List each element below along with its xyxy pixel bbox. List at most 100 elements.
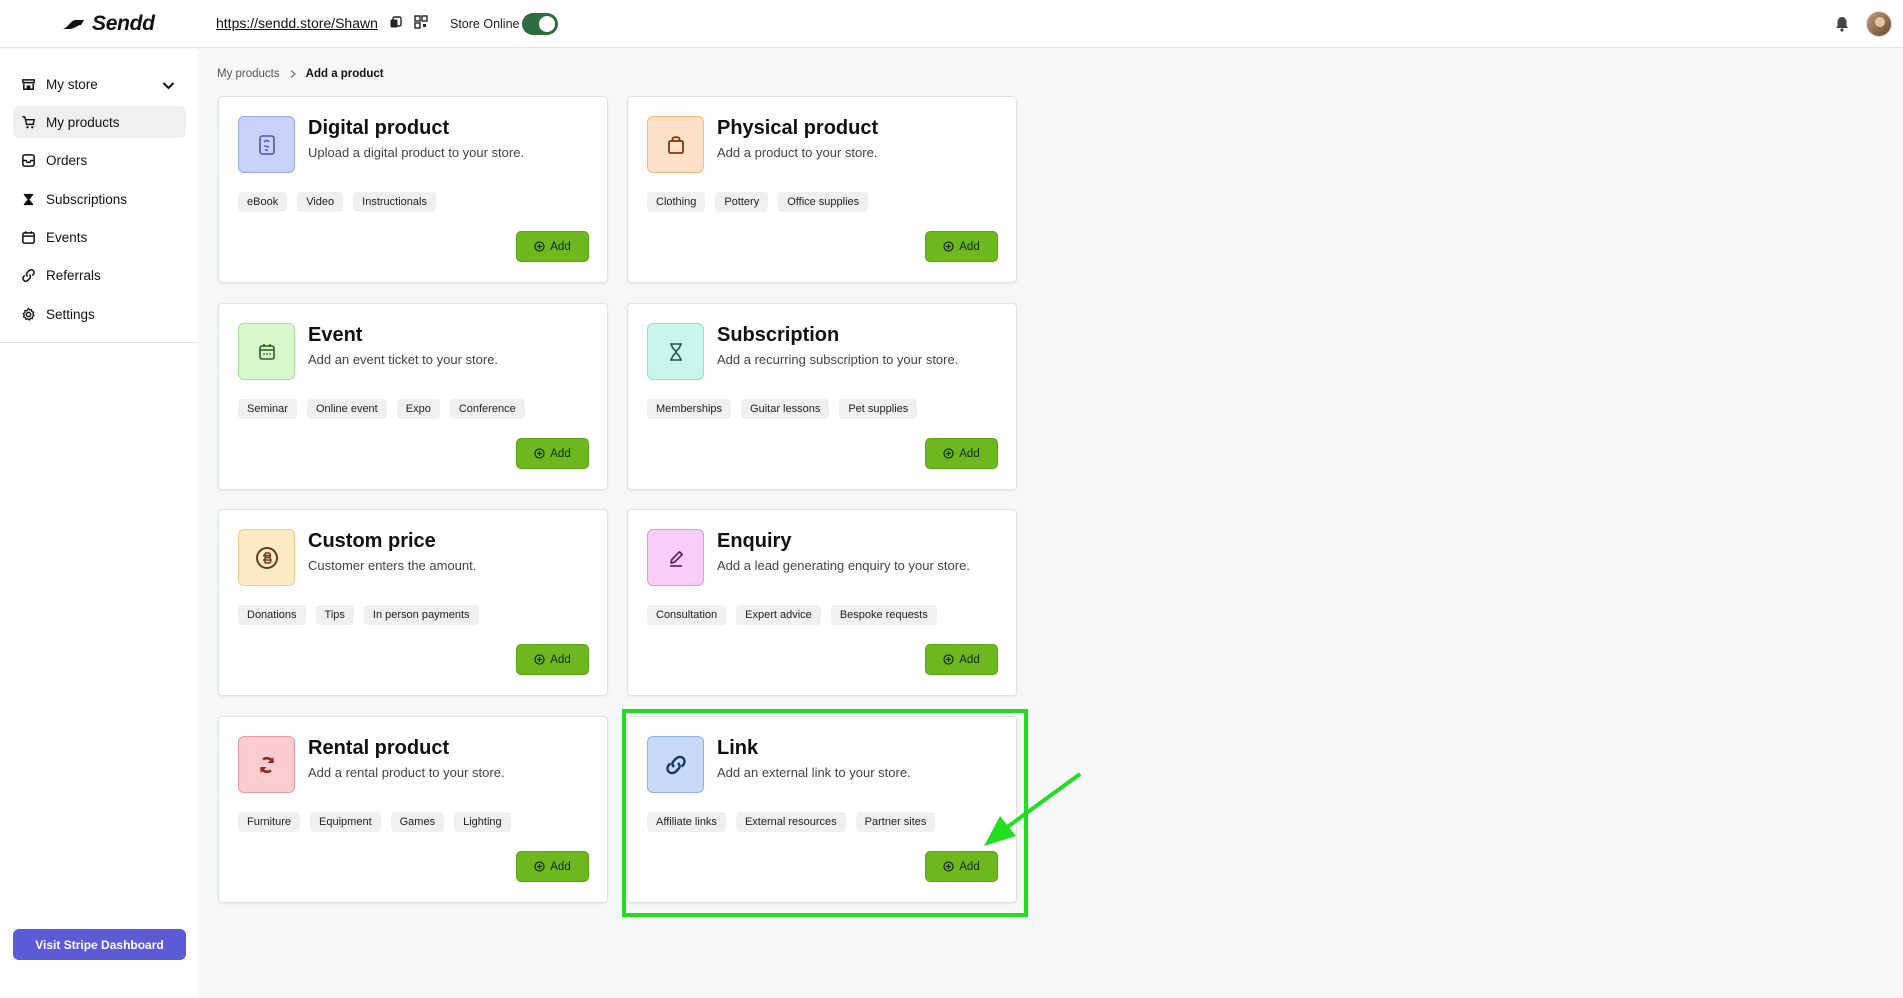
tag: Tips [315,605,354,625]
card-description: Upload a digital product to your store. [308,145,525,160]
card-title: Physical product [717,117,879,139]
sidebar: My store My products Orders Subscription… [0,49,198,998]
tag: Consultation [647,605,727,625]
add-custom-price-button[interactable]: Add [516,644,589,675]
add-rental-product-button[interactable]: Add [516,851,589,882]
tag: Games [390,812,445,832]
calendar-icon [22,230,35,244]
pencil-icon [647,529,704,586]
card-tags: Clothing Pottery Office supplies [647,192,869,212]
tag: Equipment [310,812,381,832]
card-title: Enquiry [717,530,792,552]
tag: Video [297,192,344,212]
tag: eBook [238,192,288,212]
card-tags: Furniture Equipment Games Lighting [238,812,511,832]
tag: Pet supplies [839,399,918,419]
tag: Expert advice [736,605,821,625]
plus-circle-icon [943,448,954,459]
card-description: Add a lead generating enquiry to your st… [717,558,970,573]
card-tags: Seminar Online event Expo Conference [238,399,525,419]
breadcrumb-parent[interactable]: My products [217,68,280,80]
breadcrumb: My products Add a product [217,68,384,80]
card-description: Add a product to your store. [717,145,878,160]
add-event-button[interactable]: Add [516,438,589,469]
sidebar-item-label: Orders [46,152,88,168]
plus-circle-icon [534,448,545,459]
chevron-right-icon [290,70,296,78]
sidebar-item-referrals[interactable]: Referrals [13,259,186,291]
refresh-icon [238,736,295,793]
sidebar-item-subscriptions[interactable]: Subscriptions [13,183,186,215]
sidebar-item-settings[interactable]: Settings [13,298,186,330]
card-description: Add a rental product to your store. [308,765,505,780]
card-tags: Donations Tips In person payments [238,605,479,625]
product-card-rental-product: Rental product Add a rental product to yo… [218,716,608,903]
tag: Online event [306,399,387,419]
bell-icon[interactable] [1833,15,1851,33]
logo[interactable]: Sendd [60,12,155,36]
store-icon [22,78,35,90]
plus-circle-icon [534,861,545,872]
tag: Office supplies [778,192,869,212]
card-title: Event [308,324,363,346]
add-enquiry-button[interactable]: Add [925,644,998,675]
avatar[interactable] [1866,11,1892,37]
sidebar-item-events[interactable]: Events [13,221,186,253]
add-button-label: Add [959,240,980,253]
plus-circle-icon [943,654,954,665]
card-description: Add an event ticket to your store. [308,352,499,367]
tag: Donations [238,605,306,625]
hourglass-icon [647,323,704,380]
sidebar-item-my-store[interactable]: My store [13,68,186,100]
sidebar-item-orders[interactable]: Orders [13,144,186,176]
sidebar-item-label: Referrals [46,267,101,283]
logo-mark-icon [62,20,84,29]
gear-icon [22,307,35,321]
card-description: Add a recurring subscription to your sto… [717,352,959,367]
sidebar-divider [0,342,198,343]
inbox-icon [22,153,35,167]
add-digital-product-button[interactable]: Add [516,231,589,262]
copy-icon[interactable] [388,14,404,30]
pointer-arrow [984,772,1082,846]
document-icon [238,116,295,173]
calendar-icon [238,323,295,380]
tag: Bespoke requests [830,605,937,625]
qr-code-icon[interactable] [413,14,429,30]
product-card-subscription: Subscription Add a recurring subscription… [627,303,1017,490]
sidebar-item-label: Events [46,229,88,245]
card-tags: Memberships Guitar lessons Pet supplies [647,399,918,419]
bag-icon [647,116,704,173]
tag: Memberships [647,399,732,419]
tag: Instructionals [353,192,436,212]
sidebar-item-label: Subscriptions [46,191,128,207]
plus-circle-icon [943,241,954,252]
tag: Expo [396,399,440,419]
logo-text: Sendd [92,12,155,35]
store-url-link[interactable]: https://sendd.store/Shawn [216,15,378,31]
add-button-label: Add [550,860,571,873]
tag: Pottery [715,192,769,212]
toggle-knob [539,16,555,32]
tag: In person payments [363,605,479,625]
add-button-label: Add [550,653,571,666]
tag: Furniture [238,812,301,832]
product-card-custom-price: Custom price Customer enters the amount. D… [218,509,608,696]
store-online-toggle[interactable] [522,13,558,35]
tag: Guitar lessons [741,399,830,419]
chevron-down-icon[interactable] [161,78,176,93]
add-button-label: Add [959,653,980,666]
product-card-digital-product: Digital product Upload a digital product … [218,96,608,283]
add-subscription-button[interactable]: Add [925,438,998,469]
tag: Lighting [454,812,511,832]
add-button-label: Add [550,240,571,253]
plus-circle-icon [534,654,545,665]
visit-stripe-dashboard-button[interactable]: Visit Stripe Dashboard [13,929,186,960]
sidebar-item-label: Settings [46,306,95,322]
product-card-physical-product: Physical product Add a product to your st… [627,96,1017,283]
add-physical-product-button[interactable]: Add [925,231,998,262]
store-online-label: Store Online [450,17,520,31]
hourglass-icon [23,193,34,205]
tag: Conference [449,399,525,419]
sidebar-item-my-products[interactable]: My products [13,106,186,138]
